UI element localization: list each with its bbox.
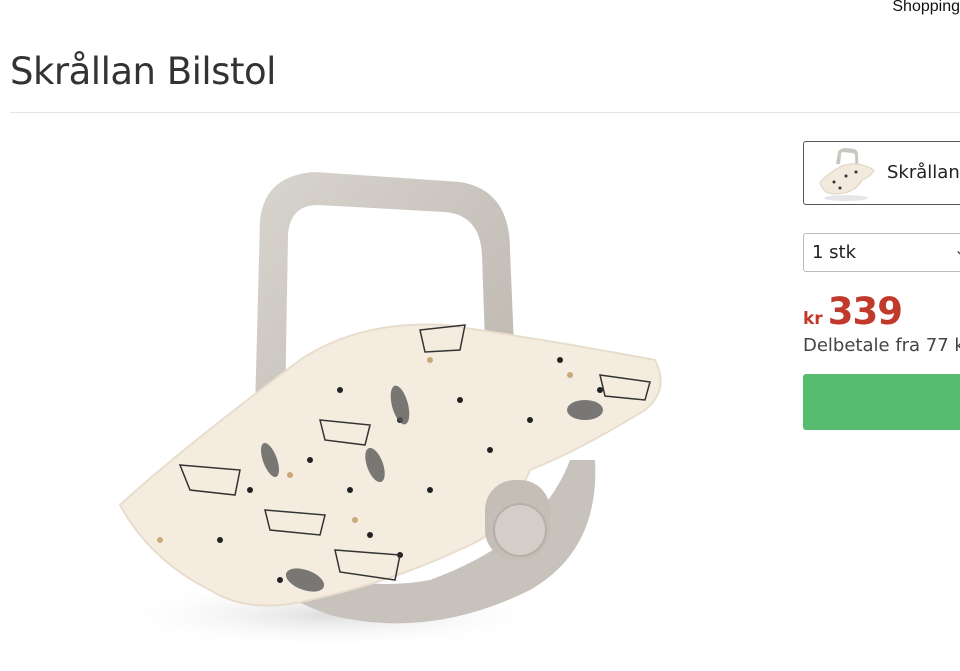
chevron-down-icon: ⌄ <box>954 240 960 259</box>
price: kr 339 <box>803 290 903 333</box>
price-currency: kr <box>803 309 823 329</box>
variant-option[interactable]: Skrållan <box>803 141 960 205</box>
installment-text: Delbetale fra 77 kr <box>803 335 960 356</box>
shopping-link[interactable]: Shopping <box>892 0 960 16</box>
price-amount: 339 <box>827 290 903 333</box>
variant-label: Skrållan <box>887 162 960 183</box>
page-title: Skrållan Bilstol <box>10 50 276 93</box>
variant-thumbnail <box>819 148 875 201</box>
quantity-select[interactable]: 1 stk ⌄ <box>803 233 960 272</box>
product-image <box>100 172 662 650</box>
title-divider <box>10 112 960 113</box>
quantity-value: 1 stk <box>812 242 857 263</box>
add-to-cart-button[interactable] <box>803 374 960 430</box>
